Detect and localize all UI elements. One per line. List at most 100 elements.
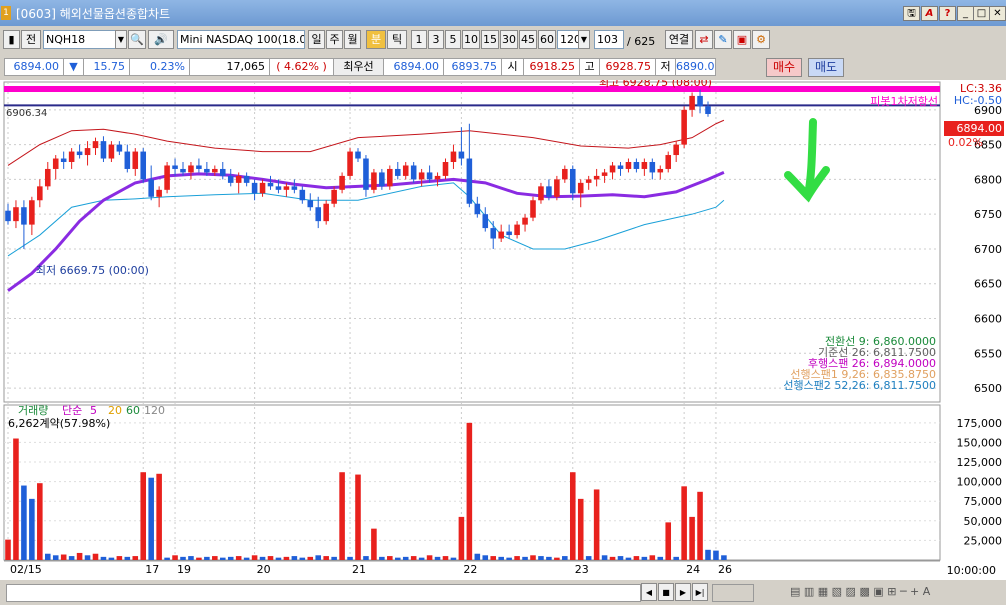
high-note: 최고 6928.75 (08:00) <box>599 80 712 89</box>
candle-body <box>554 179 560 197</box>
interval-5-button[interactable]: 5 <box>445 30 461 49</box>
interval-dropdown-icon[interactable]: ▼ <box>578 30 590 49</box>
volume-ma-period: 120 <box>144 404 165 417</box>
candle-body <box>21 207 27 225</box>
date-tick-label: 02/15 <box>10 563 42 576</box>
menu-icon[interactable]: ▮ <box>3 30 20 49</box>
chart-tool-icon[interactable]: ⇄ <box>695 30 713 49</box>
interval-3-button[interactable]: 3 <box>428 30 444 49</box>
window-titlebar: 1 [0603] 해외선물옵션종합차트 🖫 A ? _ □ ✕ <box>0 0 1006 26</box>
period-week-button[interactable]: 주 <box>326 30 343 49</box>
volume-bar <box>673 556 679 560</box>
interval-1-button[interactable]: 1 <box>411 30 427 49</box>
candle-body <box>219 168 226 176</box>
price-volume-chart[interactable]: 65006550660066506700675068006850690025,0… <box>0 76 1006 580</box>
interval-60-button[interactable]: 60 <box>538 30 556 49</box>
volume-bar <box>283 556 290 560</box>
interval-30-button[interactable]: 30 <box>500 30 518 49</box>
stop-icon[interactable]: ■ <box>658 583 674 601</box>
candle-body <box>418 172 425 180</box>
candle-body <box>649 162 656 173</box>
volume-bar <box>482 555 489 560</box>
candle-body <box>546 186 552 197</box>
volume-bar <box>37 483 43 560</box>
chart-type-icons[interactable]: ▤ ▥ ▦ ▧ ▨ ▩ ▣ ⊞ ─ + A <box>790 585 930 598</box>
candle-body <box>474 203 481 215</box>
volume-bar <box>649 555 656 560</box>
volume-bar <box>562 556 568 560</box>
jeon-button[interactable]: 전 <box>21 30 41 49</box>
font-icon[interactable]: A <box>921 6 938 21</box>
scroll-left-icon[interactable]: ◀ <box>641 583 657 601</box>
period-month-button[interactable]: 월 <box>344 30 361 49</box>
search-icon[interactable]: 🔍 <box>128 30 146 49</box>
settings-icon[interactable]: ⚙ <box>752 30 770 49</box>
volume-bar <box>212 556 218 560</box>
drawing-tool-icon[interactable]: ✎ <box>714 30 732 49</box>
save-icon[interactable]: 🖫 <box>903 6 920 21</box>
close-button[interactable]: ✕ <box>989 6 1006 21</box>
volume-bar <box>124 556 131 560</box>
interval-15-button[interactable]: 15 <box>481 30 499 49</box>
volume-bar <box>402 556 409 560</box>
candle-body <box>164 165 170 190</box>
volume-bar <box>29 498 35 560</box>
current-price-tag-text: 6894.00 <box>957 122 1003 135</box>
volume-bar <box>546 556 552 560</box>
help-icon[interactable]: ? <box>939 6 956 21</box>
volume-bar <box>44 553 51 560</box>
volume-ma-period: 5 <box>90 404 97 417</box>
candle-body <box>84 148 91 156</box>
volume-bar <box>601 555 608 560</box>
volume-bar <box>641 556 648 560</box>
zoom-slider[interactable] <box>712 584 754 602</box>
volume-bar <box>148 477 154 560</box>
candle-body <box>442 162 449 176</box>
volume-bar <box>243 557 250 560</box>
speaker-icon[interactable]: 🔊 <box>148 30 174 49</box>
interval-45-button[interactable]: 45 <box>519 30 537 49</box>
picture-icon[interactable]: ▣ <box>733 30 751 49</box>
minimize-button[interactable]: _ <box>957 6 974 21</box>
link-button[interactable]: 연결 <box>665 30 693 49</box>
candle-body <box>243 175 250 183</box>
sell-button[interactable]: 매도 <box>808 58 844 77</box>
interval-10-button[interactable]: 10 <box>462 30 480 49</box>
period-tick-button[interactable]: 틱 <box>387 30 407 49</box>
candle-body <box>299 189 306 201</box>
volume-bar <box>188 556 194 560</box>
candle-body <box>387 168 393 187</box>
period-day-button[interactable]: 일 <box>308 30 325 49</box>
volume-bar <box>705 549 711 560</box>
pivot-label: 피봇1차저항선 <box>870 95 938 108</box>
chart-panel[interactable]: 6500 6550 6600 6650 6700 6750 6800 6850 6900 25,0… <box>0 76 1006 580</box>
candle-body <box>331 189 337 204</box>
volume-bar <box>84 555 91 560</box>
symbol-dropdown-icon[interactable]: ▼ <box>115 30 127 49</box>
maximize-button[interactable]: □ <box>973 6 990 21</box>
candle-body <box>617 165 624 169</box>
candle-body <box>172 165 178 169</box>
high-price: 6928.75 <box>600 58 656 76</box>
candle-body <box>689 95 695 110</box>
candle-body <box>394 168 401 176</box>
volume-tick-label: 150,000 <box>957 436 1003 449</box>
candle-body <box>522 217 528 225</box>
buy-button[interactable]: 매수 <box>766 58 802 77</box>
volume-bar <box>331 556 337 560</box>
count-input[interactable]: 103 <box>594 30 624 49</box>
period-minute-button[interactable]: 분 <box>366 30 386 49</box>
candle-body <box>379 172 385 187</box>
volume-bar <box>307 556 314 560</box>
candle-body <box>100 141 107 159</box>
candle-body <box>323 203 329 222</box>
candle-body <box>148 179 154 197</box>
scroll-right-icon[interactable]: ▶ <box>675 583 691 601</box>
volume-bar <box>681 486 687 560</box>
volume-bar <box>697 491 703 560</box>
chart-scrollbar[interactable] <box>6 584 641 602</box>
volume-bar <box>554 557 560 560</box>
volume-tick-label: 25,000 <box>964 534 1003 547</box>
candle-body <box>235 175 242 183</box>
scroll-end-icon[interactable]: ▶| <box>692 583 708 601</box>
